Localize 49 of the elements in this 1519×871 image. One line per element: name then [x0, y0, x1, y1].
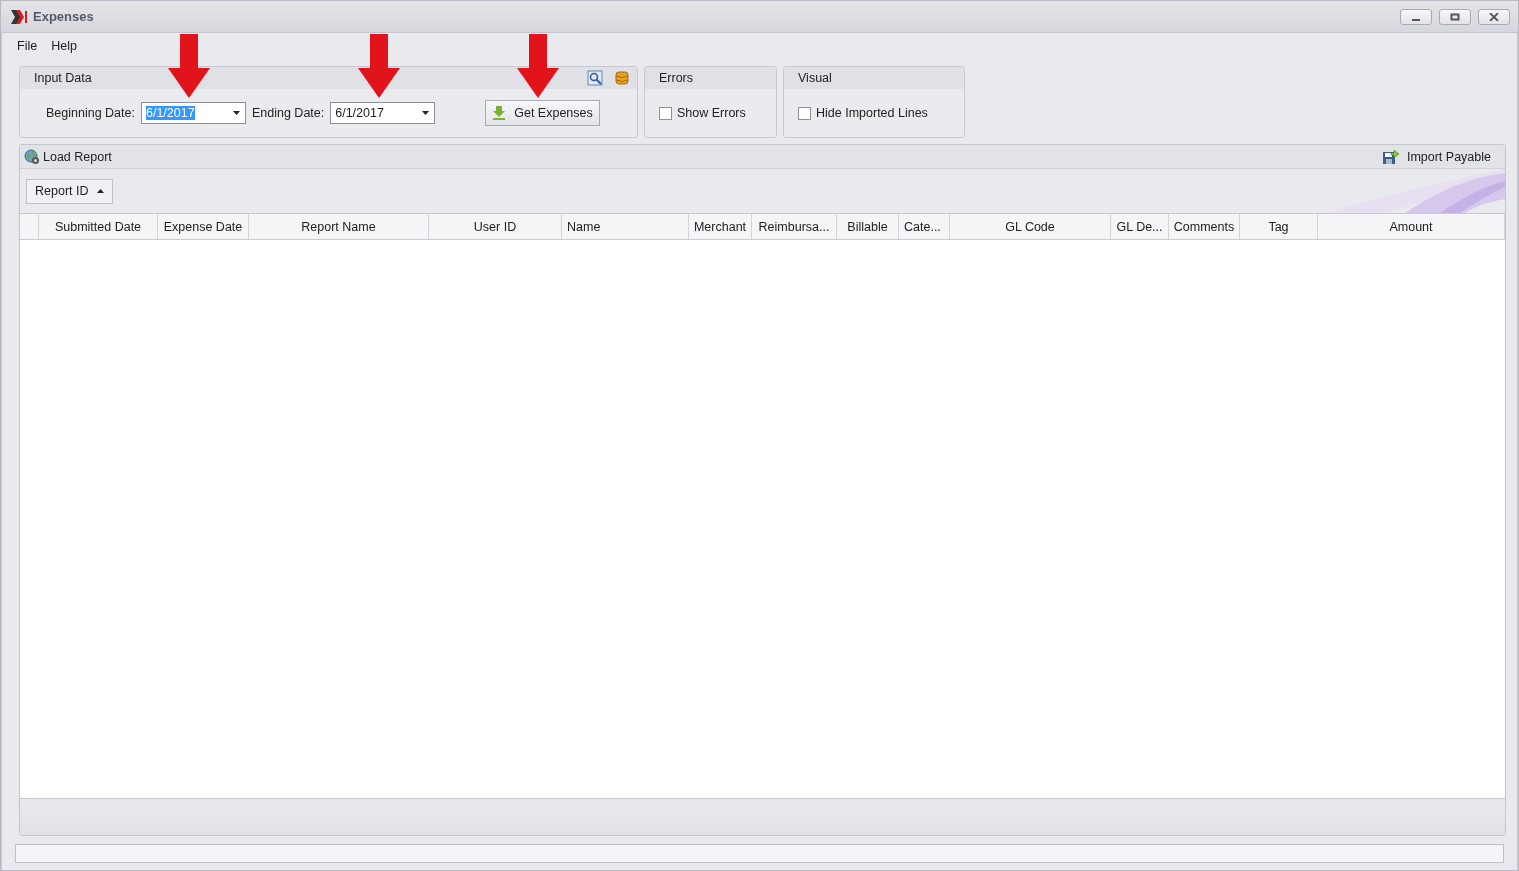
column-header[interactable]: Comments: [1169, 214, 1240, 239]
column-header[interactable]: User ID: [429, 214, 562, 239]
column-header[interactable]: Reimbursa...: [752, 214, 837, 239]
annotation-arrow: [168, 34, 210, 98]
column-header[interactable]: GL Code: [950, 214, 1111, 239]
column-header[interactable]: Submitted Date: [39, 214, 158, 239]
window-title: Expenses: [33, 9, 94, 24]
checkbox-box[interactable]: [659, 106, 672, 120]
import-payable-button[interactable]: Import Payable: [1381, 148, 1491, 165]
checkbox[interactable]: Show Errors: [659, 106, 746, 120]
globe-icon: [24, 148, 40, 165]
date-field[interactable]: 6/1/2017: [330, 102, 436, 124]
close-icon: [1489, 12, 1499, 21]
date-value: 6/1/2017: [335, 106, 384, 120]
group-title: Errors: [659, 71, 694, 85]
group-title: Visual: [798, 71, 832, 85]
panel-title: Load Report: [43, 149, 112, 164]
group-title: Input Data: [34, 71, 92, 85]
column-header[interactable]: Tag: [1240, 214, 1318, 239]
menu-item[interactable]: File: [12, 37, 43, 55]
dropdown-caret-icon[interactable]: [422, 111, 431, 115]
minimize-icon: [1412, 18, 1420, 21]
column-header[interactable]: Billable: [837, 214, 899, 239]
column-header[interactable]: Cate...: [899, 214, 950, 239]
field-label: Ending Date:: [251, 106, 325, 120]
maximize-icon: [1450, 12, 1460, 21]
column-header[interactable]: Name: [562, 214, 689, 239]
get-expenses-button[interactable]: Get Expenses: [485, 100, 600, 126]
menu-item[interactable]: Help: [46, 37, 82, 55]
column-header[interactable]: GL De...: [1111, 214, 1169, 239]
checkbox-box[interactable]: [798, 106, 811, 120]
dropdown-caret-icon[interactable]: [232, 111, 241, 115]
column-header[interactable]: Amount: [1318, 214, 1505, 239]
annotation-arrow: [517, 34, 559, 98]
close-button[interactable]: [1478, 8, 1510, 25]
database-icon[interactable]: [615, 70, 629, 86]
save-arrow-icon: [1381, 148, 1399, 165]
column-header[interactable]: Merchant: [689, 214, 752, 239]
field-label: Beginning Date:: [46, 106, 135, 120]
group-by-chip[interactable]: Report ID: [26, 178, 113, 204]
checkbox-label: Show Errors: [677, 106, 746, 120]
column-header[interactable]: Expense Date: [158, 214, 249, 239]
minimize-button[interactable]: [1400, 8, 1432, 25]
app-logo-icon: [9, 9, 29, 24]
annotation-arrow: [358, 34, 400, 98]
download-icon: [492, 106, 507, 120]
date-value: 6/1/2017: [145, 106, 195, 120]
maximize-button[interactable]: [1439, 8, 1471, 25]
column-header[interactable]: Report Name: [249, 214, 429, 239]
